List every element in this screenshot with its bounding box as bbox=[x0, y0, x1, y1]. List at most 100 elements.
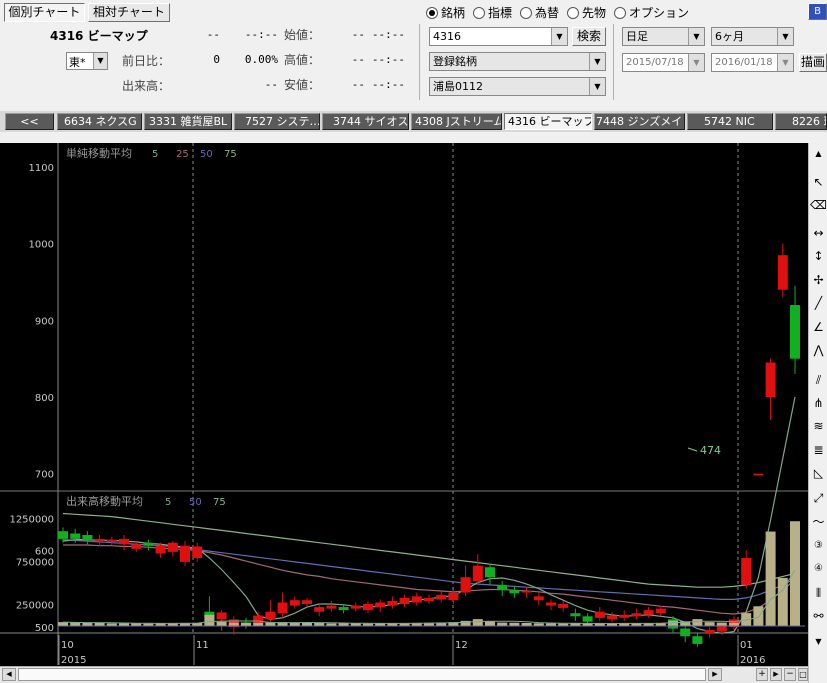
tab-individual-chart[interactable]: 個別チャート bbox=[4, 3, 85, 22]
price-legend-entry: 5 bbox=[152, 149, 158, 160]
price-tick-label: 700 bbox=[35, 470, 54, 481]
tab-stock[interactable]: 3744 サイオス bbox=[322, 113, 409, 130]
tab-stock[interactable]: 3331 雑貨屋BL bbox=[144, 113, 232, 130]
radio-index[interactable]: 指標 bbox=[473, 4, 512, 21]
triangle-icon[interactable]: ◺ bbox=[810, 464, 827, 482]
date-from-input[interactable]: 2015/07/18 ▼ bbox=[622, 53, 705, 72]
volume-chart-title: 出来高移動平均 bbox=[66, 494, 143, 508]
radio-label: 先物 bbox=[582, 6, 607, 20]
tab-stock[interactable]: 6634 ネクスG bbox=[57, 113, 142, 130]
tab-stock-active[interactable]: 4316 ビーマップ bbox=[504, 113, 592, 130]
vertical-line-icon[interactable]: ↕ bbox=[810, 247, 827, 265]
candle-body bbox=[497, 584, 508, 591]
fibonacci-fan-icon[interactable]: ⋔ bbox=[810, 394, 827, 412]
scroll-left-icon[interactable]: ◀ bbox=[2, 668, 16, 681]
trend-line-icon[interactable]: ╱ bbox=[810, 294, 827, 312]
volume-bar bbox=[216, 621, 227, 626]
period-select[interactable]: 日足 ▼ bbox=[622, 27, 705, 46]
radio-futures[interactable]: 先物 bbox=[567, 4, 606, 21]
high-value: -- bbox=[351, 53, 365, 66]
tab-relative-chart[interactable]: 相対チャート bbox=[88, 3, 170, 22]
row1-time: --:-- bbox=[244, 28, 278, 41]
radio-label: 為替 bbox=[535, 6, 560, 20]
scroll-up-icon[interactable]: ▲ bbox=[810, 145, 827, 163]
price-tick-label: 600 bbox=[35, 546, 54, 557]
candle-body bbox=[289, 600, 300, 606]
x-year-label: 2015 bbox=[61, 655, 86, 666]
search-button[interactable]: 検索 bbox=[572, 27, 606, 46]
reset-view-icon[interactable]: □ bbox=[798, 668, 808, 681]
tab-stock[interactable]: 8226 理 bbox=[775, 113, 827, 130]
market-select[interactable]: 東* ▼ bbox=[66, 52, 108, 70]
radio-fx[interactable]: 為替 bbox=[520, 4, 559, 21]
pattern-icon[interactable]: ⚯ bbox=[810, 607, 827, 625]
tab-stock[interactable]: 7448 ジンズメイト bbox=[594, 113, 685, 130]
volume-bar bbox=[692, 619, 703, 626]
regression-icon[interactable]: ≋ bbox=[810, 417, 827, 435]
candle-body bbox=[180, 545, 190, 562]
candle-body bbox=[558, 604, 569, 608]
x-tick-label: 01 bbox=[740, 640, 753, 651]
scroll-thumb[interactable] bbox=[18, 668, 706, 681]
count-4-icon[interactable]: ④ bbox=[810, 560, 827, 578]
radio-label: オプション bbox=[629, 6, 690, 20]
bars-icon[interactable]: ⦀ bbox=[810, 584, 827, 602]
volume-label: 出来高： bbox=[122, 79, 171, 93]
volume-bar bbox=[704, 622, 715, 626]
chevron-down-icon: ▼ bbox=[589, 53, 605, 70]
angle-line-icon[interactable]: ∠ bbox=[810, 318, 827, 336]
fan-line-icon[interactable]: ⋀ bbox=[810, 341, 827, 359]
draw-button[interactable]: 描画 bbox=[799, 53, 827, 72]
candle-body bbox=[741, 558, 752, 585]
volume-bar bbox=[58, 622, 68, 626]
x-year-label: 2016 bbox=[740, 655, 765, 666]
eraser-icon[interactable]: ⌫ bbox=[810, 196, 827, 214]
horizontal-line-icon[interactable]: ↔ bbox=[810, 224, 827, 242]
tab-stock[interactable]: 7527 システ… bbox=[234, 113, 320, 130]
channel-line-icon[interactable]: ⫽ bbox=[810, 371, 827, 389]
tab-prev[interactable]: << bbox=[5, 113, 54, 130]
candle-body bbox=[509, 590, 520, 594]
scroll-right-icon[interactable]: ▶ bbox=[708, 668, 722, 681]
candle-body bbox=[424, 597, 434, 601]
chevron-down-icon: ▼ bbox=[777, 28, 793, 45]
candle-body bbox=[485, 567, 495, 578]
candle-body bbox=[265, 611, 276, 620]
zoom-in-icon[interactable]: + bbox=[756, 668, 768, 681]
code-input[interactable]: 4316 ▼ bbox=[429, 27, 568, 46]
cursor-icon[interactable]: ↖ bbox=[810, 173, 827, 191]
candle-body bbox=[704, 630, 715, 634]
price-tick-label: 800 bbox=[35, 393, 54, 404]
price-volume-chart[interactable]: 1100 1000 900 800 700 600 500 5 25 50 75 5 50 75 474 12… bbox=[0, 143, 808, 683]
candle-body bbox=[753, 473, 764, 476]
list-select[interactable]: 登録銘柄 ▼ bbox=[429, 52, 606, 71]
volume-bar bbox=[765, 531, 776, 626]
low-annotation: 474 bbox=[700, 444, 721, 457]
scroll-down-icon[interactable]: ▼ bbox=[810, 633, 827, 651]
radio-options[interactable]: オプション bbox=[614, 4, 689, 21]
radio-label: 銘柄 bbox=[441, 6, 466, 20]
count-3-icon[interactable]: ③ bbox=[810, 537, 827, 555]
radio-dot bbox=[473, 7, 485, 19]
wave-icon[interactable]: 〜 bbox=[810, 513, 827, 531]
volume-bar bbox=[668, 620, 678, 626]
candle-body bbox=[570, 613, 581, 617]
low-time: --:-- bbox=[371, 78, 405, 91]
high-time: --:-- bbox=[371, 53, 405, 66]
arrow-line-icon[interactable]: ⤢ bbox=[810, 489, 827, 507]
range-select[interactable]: 6ヶ月 ▼ bbox=[711, 27, 794, 46]
candle-body bbox=[119, 538, 129, 545]
radio-stock[interactable]: 銘柄 bbox=[426, 4, 465, 21]
retracement-icon[interactable]: ≣ bbox=[810, 441, 827, 459]
zoom-out-icon[interactable]: − bbox=[784, 668, 796, 681]
tab-stock[interactable]: 5742 NIC bbox=[687, 113, 773, 130]
cross-line-icon[interactable]: ✢ bbox=[810, 271, 827, 289]
stock-title: 4316 ビーマップ bbox=[50, 29, 148, 43]
date-to-input[interactable]: 2016/01/18 ▼ bbox=[711, 53, 794, 72]
scroll-end-icon[interactable]: ▶ bbox=[770, 668, 782, 681]
volume-bar bbox=[485, 621, 495, 626]
group-select[interactable]: 浦島0112 ▼ bbox=[429, 77, 606, 96]
volume-legend-entry: 50 bbox=[189, 497, 202, 508]
corner-button[interactable]: B bbox=[808, 3, 827, 20]
tab-stock[interactable]: 4308 Jストリーム bbox=[411, 113, 502, 130]
